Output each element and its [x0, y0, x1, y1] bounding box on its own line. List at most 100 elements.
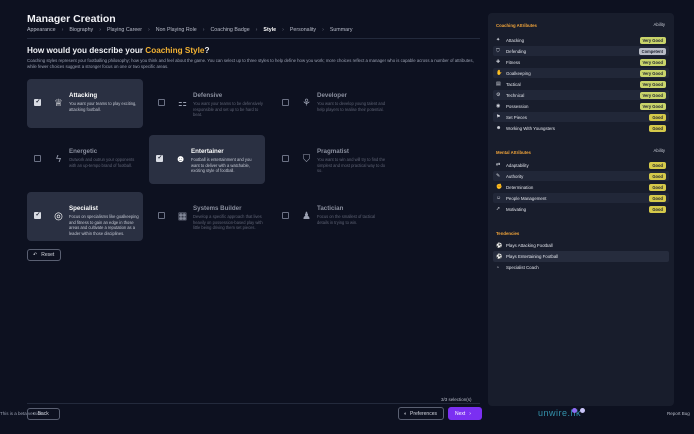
- style-card-pragmatist[interactable]: ⛉ Pragmatist You want to win and will tr…: [275, 135, 391, 184]
- football-icon: ⚽: [496, 242, 503, 249]
- style-card-developer[interactable]: ⚘ Developer You want to develop young ta…: [275, 79, 391, 128]
- attr-row-tactical: ▤ Tactical Very Good: [493, 79, 669, 89]
- tactical-icon: ▤: [496, 81, 501, 87]
- attr-name: Possession: [506, 103, 529, 109]
- target-icon: ◎: [54, 211, 63, 222]
- question-description: Coaching styles represent your footballi…: [27, 58, 474, 69]
- tendency-name: Plays Entertaining Football: [506, 254, 559, 259]
- ability-badge: Good: [649, 124, 666, 132]
- attacking-icon: ✦: [496, 37, 501, 43]
- ability-badge: Very Good: [639, 69, 666, 77]
- reset-button[interactable]: ↶ Reset: [27, 249, 61, 261]
- style-card-entertainer[interactable]: ☻ Entertainer Football is entertainment …: [149, 135, 265, 184]
- arrow-left-icon: ‹: [33, 411, 35, 417]
- style-text: Focus on specialisms like goalkeeping an…: [69, 214, 139, 237]
- style-card-tactician[interactable]: ♟ Tactician Focus on the smallest of tac…: [275, 192, 391, 241]
- style-card-systems-builder[interactable]: ▦ Systems Builder Develop a specific app…: [151, 192, 267, 241]
- selection-count: 3/3 selection(s): [441, 397, 472, 402]
- breadcrumb-summary[interactable]: Summary: [330, 27, 353, 33]
- attr-row-goalkeeping: ✋ Goalkeeping Very Good: [493, 68, 669, 78]
- ability-badge: Very Good: [639, 80, 666, 88]
- goalkeeping-icon: ✋: [496, 70, 503, 76]
- ability-badge: Good: [649, 113, 666, 121]
- style-card-energetic[interactable]: ϟ Energetic Outwork and outrun your oppo…: [27, 135, 143, 184]
- breadcrumb-playing-career[interactable]: Playing Career: [107, 27, 142, 33]
- back-button[interactable]: ‹ Back: [27, 408, 60, 420]
- tendency-row: ◔ Specialist Coach: [493, 262, 669, 273]
- breadcrumb-coaching-badge[interactable]: Coaching Badge: [210, 27, 249, 33]
- tactics-board-icon: ⚏: [178, 98, 187, 109]
- reset-icon: ↶: [33, 252, 38, 258]
- breadcrumb-separator: ›: [322, 27, 324, 33]
- smile-icon: ☻: [175, 154, 186, 165]
- question-heading: How would you describe your Coaching Sty…: [27, 46, 209, 55]
- ability-badge: Very Good: [639, 91, 666, 99]
- whistle-icon: ◔: [496, 264, 500, 271]
- page-title: Manager Creation: [27, 13, 116, 25]
- coaching-attributes-header: Coaching Attributes: [496, 23, 537, 28]
- attr-name: Determination: [506, 184, 534, 190]
- tendency-name: Specialist Coach: [506, 265, 539, 270]
- attr-row-determination: ✊ Determination Good: [493, 182, 669, 192]
- breadcrumb-separator: ›: [148, 27, 150, 33]
- style-card-specialist[interactable]: ◎ Specialist Focus on specialisms like g…: [27, 192, 143, 241]
- question-highlight: Coaching Style: [145, 46, 205, 55]
- attr-row-adaptability: ⇄ Adaptability Good: [493, 160, 669, 170]
- report-bug-link[interactable]: Report Bug: [667, 411, 690, 416]
- attr-name: Defending: [506, 48, 527, 54]
- preferences-button[interactable]: ◐ Preferences: [398, 407, 444, 420]
- checkbox[interactable]: [156, 154, 163, 162]
- attr-row-people-management: ☺ People Management Good: [493, 193, 669, 203]
- people-icon: ☺: [496, 195, 502, 201]
- back-label: Back: [37, 411, 49, 417]
- checkbox[interactable]: [282, 99, 289, 106]
- attr-row-fitness: ✚ Fitness Very Good: [493, 57, 669, 67]
- breadcrumb-biography[interactable]: Biography: [69, 27, 93, 33]
- attr-row-set-pieces: ⚑ Set Pieces Good: [493, 112, 669, 122]
- adaptability-icon: ⇄: [496, 162, 501, 168]
- checkbox[interactable]: [34, 211, 41, 219]
- sprout-icon: ⚘: [302, 98, 311, 109]
- arrow-right-icon: ›: [469, 410, 471, 417]
- attr-row-possession: ◉ Possession Very Good: [493, 101, 669, 111]
- breadcrumb-personality[interactable]: Personality: [290, 27, 316, 33]
- manager-creation-page: Manager Creation Appearance › Biography › …: [0, 0, 694, 434]
- breadcrumb-style[interactable]: Style: [263, 27, 276, 33]
- possession-icon: ◉: [496, 103, 501, 109]
- attr-row-technical: ⚙ Technical Very Good: [493, 90, 669, 100]
- mental-attributes-header: Mental Attributes: [496, 150, 531, 155]
- style-name: Tactician: [317, 205, 344, 212]
- question-suffix: ?: [204, 46, 210, 55]
- ability-badge: Very Good: [639, 58, 666, 66]
- lightning-icon: ϟ: [55, 154, 62, 165]
- ability-badge: Good: [649, 183, 666, 191]
- shield-icon: ⛉: [302, 154, 311, 165]
- ability-badge: Good: [649, 194, 666, 202]
- style-card-defensive[interactable]: ⚏ Defensive You want your teams to be de…: [151, 79, 267, 128]
- checkbox[interactable]: [282, 155, 289, 162]
- reset-label: Reset: [41, 252, 55, 258]
- defending-icon: ⛉: [496, 48, 500, 54]
- style-name: Defensive: [193, 92, 223, 99]
- checkbox[interactable]: [158, 212, 165, 219]
- breadcrumb-separator: ›: [282, 27, 284, 33]
- technical-icon: ⚙: [496, 92, 501, 98]
- style-name: Entertainer: [191, 148, 224, 155]
- breadcrumb-non-playing-role[interactable]: Non Playing Role: [156, 27, 197, 33]
- checkbox[interactable]: [158, 99, 165, 106]
- attr-name: People Management: [506, 195, 547, 201]
- dot: [580, 408, 585, 413]
- breadcrumb-appearance[interactable]: Appearance: [27, 27, 56, 33]
- next-button[interactable]: Next ›: [448, 407, 482, 420]
- attr-row-defending: ⛉ Defending Competent: [493, 46, 669, 56]
- checkbox[interactable]: [34, 98, 41, 106]
- checkbox[interactable]: [34, 155, 41, 162]
- ability-label: Ability: [653, 22, 665, 27]
- footer-divider: [27, 403, 480, 404]
- breadcrumb-divider: [27, 38, 480, 39]
- ability-badge: Very Good: [639, 102, 666, 110]
- breadcrumb-separator: ›: [61, 27, 64, 33]
- style-card-attacking[interactable]: ♕ Attacking You want your teams to play …: [27, 79, 143, 128]
- style-text: You want to win and will try to find the…: [317, 157, 386, 174]
- checkbox[interactable]: [282, 212, 289, 219]
